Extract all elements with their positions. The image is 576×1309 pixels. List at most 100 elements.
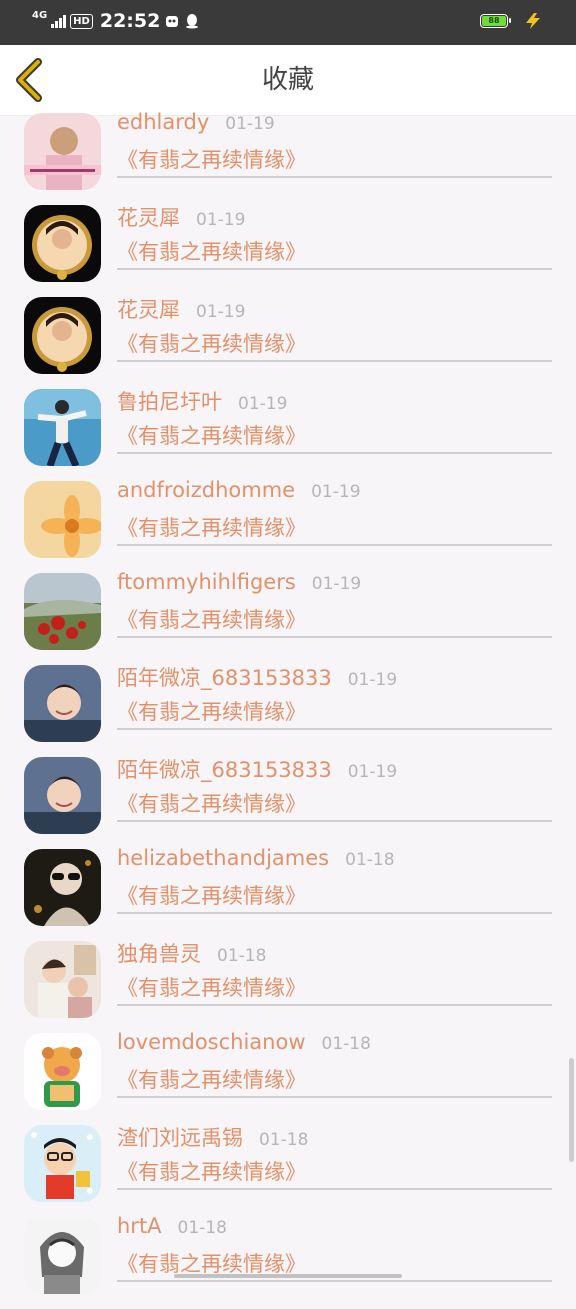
book-title[interactable]: 《有翡之再续情缘》 — [117, 972, 306, 1002]
status-right: 88 — [480, 12, 544, 30]
username[interactable]: 花灵犀 — [117, 298, 180, 322]
scrollbar[interactable] — [569, 1058, 574, 1162]
book-title[interactable]: 《有翡之再续情缘》 — [117, 604, 306, 634]
username-line: 渣们刘远禹锡 01-18 — [117, 1122, 308, 1152]
avatar[interactable] — [24, 389, 101, 466]
list-item[interactable]: 陌年微凉_683153833 01-19 《有翡之再续情缘》 — [0, 665, 576, 757]
book-title[interactable]: 《有翡之再续情缘》 — [117, 512, 306, 542]
username-line: 鲁拍尼圩叶 01-19 — [117, 386, 287, 416]
hd-badge: HD — [70, 13, 93, 29]
username-line: andfroizdhomme 01-19 — [117, 478, 361, 502]
divider — [117, 360, 552, 362]
divider — [117, 912, 552, 914]
username-line: hrtA 01-18 — [117, 1214, 227, 1238]
avatar[interactable] — [24, 665, 101, 742]
status-left: 4G HD 22:52 — [32, 10, 200, 32]
book-title[interactable]: 《有翡之再续情缘》 — [117, 880, 306, 910]
list-item[interactable]: 陌年微凉_683153833 01-19 《有翡之再续情缘》 — [0, 757, 576, 849]
list-item[interactable]: helizabethandjames 01-18 《有翡之再续情缘》 — [0, 846, 576, 941]
avatar[interactable] — [24, 1033, 101, 1110]
divider — [117, 1004, 552, 1006]
username[interactable]: 花灵犀 — [117, 206, 180, 230]
list-item[interactable]: 独角兽灵 01-18 《有翡之再续情缘》 — [0, 941, 576, 1033]
avatar[interactable] — [24, 941, 101, 1018]
divider — [117, 268, 552, 270]
divider — [117, 1096, 552, 1098]
book-title[interactable]: 《有翡之再续情缘》 — [117, 788, 306, 818]
avatar[interactable] — [24, 205, 101, 282]
username-line: 独角兽灵 01-18 — [117, 938, 266, 968]
list-item[interactable]: hrtA 01-18 《有翡之再续情缘》 — [0, 1214, 576, 1309]
date: 01-19 — [225, 114, 275, 134]
date: 01-19 — [347, 670, 398, 690]
username[interactable]: helizabethandjames — [117, 846, 329, 870]
network-type: 4G — [32, 10, 48, 21]
divider — [117, 544, 552, 546]
username-line: helizabethandjames 01-18 — [117, 846, 395, 870]
username[interactable]: 鲁拍尼圩叶 — [117, 390, 222, 414]
date: 01-19 — [196, 302, 246, 322]
avatar[interactable] — [24, 1217, 101, 1294]
book-title[interactable]: 《有翡之再续情缘》 — [117, 1064, 306, 1094]
battery-level: 88 — [482, 16, 506, 26]
avatar[interactable] — [24, 481, 101, 558]
home-indicator[interactable] — [174, 1274, 402, 1278]
username-line: 花灵犀 01-19 — [117, 202, 245, 232]
list-item[interactable]: ftommyhihlfigers 01-19 《有翡之再续情缘》 — [0, 570, 576, 665]
book-title[interactable]: 《有翡之再续情缘》 — [117, 1156, 306, 1186]
book-title[interactable]: 《有翡之再续情缘》 — [117, 696, 306, 726]
username[interactable]: 陌年微凉_683153833 — [117, 666, 332, 690]
username[interactable]: ftommyhihlfigers — [117, 570, 296, 594]
qq-icon — [186, 14, 199, 29]
divider — [117, 176, 552, 178]
charging-bolt-icon — [526, 13, 540, 29]
nav-bar: 收藏 — [0, 45, 576, 116]
date: 01-19 — [311, 482, 361, 502]
date: 01-19 — [196, 210, 246, 230]
date: 01-19 — [311, 574, 362, 594]
date: 01-18 — [259, 1130, 309, 1150]
date: 01-19 — [238, 394, 288, 414]
divider — [117, 728, 552, 730]
list-item[interactable]: 花灵犀 01-19 《有翡之再续情缘》 — [0, 205, 576, 297]
date: 01-18 — [217, 946, 267, 966]
list-item[interactable]: andfroizdhomme 01-19 《有翡之再续情缘》 — [0, 478, 576, 573]
username-line: 陌年微凉_683153833 01-19 — [117, 662, 397, 692]
signal-icon — [51, 14, 67, 28]
list-item[interactable]: edhlardy 01-19 《有翡之再续情缘》 — [0, 110, 576, 205]
status-bar: 4G HD 22:52 88 — [0, 0, 576, 45]
app-notification-icon — [166, 16, 179, 27]
date: 01-18 — [345, 850, 395, 870]
username-line: 花灵犀 01-19 — [117, 294, 245, 324]
list-item[interactable]: lovemdoschianow 01-18 《有翡之再续情缘》 — [0, 1030, 576, 1125]
avatar[interactable] — [24, 757, 101, 834]
date: 01-19 — [347, 762, 398, 782]
list-item[interactable]: 鲁拍尼圩叶 01-19 《有翡之再续情缘》 — [0, 389, 576, 481]
book-title[interactable]: 《有翡之再续情缘》 — [117, 236, 306, 266]
book-title[interactable]: 《有翡之再续情缘》 — [117, 420, 306, 450]
username-line: 陌年微凉_683153833 01-19 — [117, 754, 397, 784]
avatar[interactable] — [24, 849, 101, 926]
username-line: lovemdoschianow 01-18 — [117, 1030, 371, 1054]
username[interactable]: edhlardy — [117, 110, 209, 134]
username[interactable]: 陌年微凉_683153833 — [117, 758, 332, 782]
username[interactable]: 独角兽灵 — [117, 942, 201, 966]
username-line: edhlardy 01-19 — [117, 110, 275, 134]
divider — [117, 820, 552, 822]
avatar[interactable] — [24, 1125, 101, 1202]
date: 01-18 — [177, 1218, 227, 1238]
username[interactable]: hrtA — [117, 1214, 162, 1238]
username[interactable]: lovemdoschianow — [117, 1030, 306, 1054]
list-item[interactable]: 渣们刘远禹锡 01-18 《有翡之再续情缘》 — [0, 1125, 576, 1217]
avatar[interactable] — [24, 297, 101, 374]
book-title[interactable]: 《有翡之再续情缘》 — [117, 144, 306, 174]
username[interactable]: 渣们刘远禹锡 — [117, 1126, 243, 1150]
list-item[interactable]: 花灵犀 01-19 《有翡之再续情缘》 — [0, 297, 576, 389]
username[interactable]: andfroizdhomme — [117, 478, 295, 502]
avatar[interactable] — [24, 113, 101, 190]
book-title[interactable]: 《有翡之再续情缘》 — [117, 328, 306, 358]
avatar[interactable] — [24, 573, 101, 650]
date: 01-18 — [321, 1034, 371, 1054]
divider — [117, 636, 552, 638]
page-title: 收藏 — [261, 65, 314, 95]
